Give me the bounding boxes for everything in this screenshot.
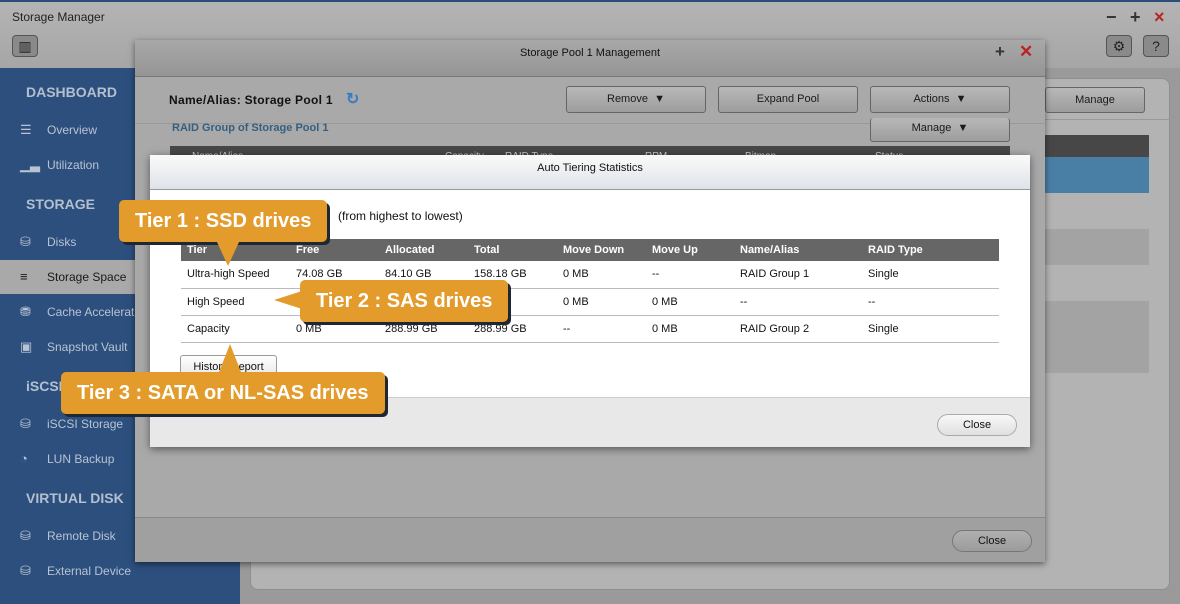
maximize-icon[interactable]: + <box>995 42 1005 62</box>
caret-down-icon: ▼ <box>651 93 665 105</box>
close-icon[interactable]: ✕ <box>1019 42 1033 62</box>
table-cell: 0 MB <box>557 261 646 289</box>
column-header: RAID Type <box>862 239 999 261</box>
external-device-icon: ⛁ <box>20 563 31 578</box>
iscsi-icon: ⛁ <box>20 416 31 431</box>
disk-icon: ⛁ <box>20 234 31 249</box>
callout-tier2: Tier 2 : SAS drives <box>300 280 509 322</box>
help-button[interactable]: ? <box>1143 35 1169 57</box>
manage-dropdown[interactable]: Manage ▼ <box>870 118 1010 142</box>
column-header: Total <box>468 239 557 261</box>
callout-tier1-pointer <box>217 242 239 266</box>
tiering-subtitle: (from highest to lowest) <box>338 209 463 223</box>
column-header: Name/Alias <box>734 239 862 261</box>
table-cell: Single <box>862 261 999 289</box>
table-cell: -- <box>862 288 999 316</box>
column-header: Allocated <box>379 239 468 261</box>
table-row-selected[interactable] <box>1041 157 1149 193</box>
backup-icon: ◔ <box>20 451 28 466</box>
column-header: Free <box>290 239 379 261</box>
table-cell: -- <box>646 261 734 289</box>
close-button[interactable]: × <box>1154 7 1165 28</box>
table-header <box>1041 135 1149 157</box>
help-icon: ? <box>1152 38 1160 54</box>
settings-button[interactable]: ⚙ <box>1106 35 1132 57</box>
actions-button[interactable]: Actions ▼ <box>870 86 1010 113</box>
section-iscsi: iSCSI <box>26 378 63 394</box>
storage-icon: ≡ <box>20 269 28 284</box>
snapshot-icon: ▣ <box>20 339 33 354</box>
minimize-button[interactable]: − <box>1106 7 1117 28</box>
table-cell: 0 MB <box>557 288 646 316</box>
table-row[interactable] <box>1041 301 1149 337</box>
dialog-title: Auto Tiering Statistics <box>537 162 643 174</box>
column-header: Move Down <box>557 239 646 261</box>
dialog-footer: Close <box>135 517 1045 562</box>
callout-tier3-pointer <box>219 344 241 372</box>
caret-down-icon: ▼ <box>954 122 969 134</box>
callout-tier3: Tier 3 : SATA or NL-SAS drives <box>61 372 385 414</box>
table-cell: Single <box>862 315 999 343</box>
table-cell: RAID Group 2 <box>734 315 862 343</box>
dialog-header: Auto Tiering Statistics <box>150 155 1030 190</box>
remove-button[interactable]: Remove ▼ <box>566 86 706 113</box>
callout-tier2-pointer <box>274 291 302 309</box>
dialog-header: Storage Pool 1 Management <box>135 40 1045 77</box>
column-header: Move Up <box>646 239 734 261</box>
manage-button[interactable]: Manage <box>1045 87 1145 113</box>
table-row[interactable] <box>1041 337 1149 373</box>
section-dashboard: DASHBOARD <box>26 84 117 100</box>
table-cell: 0 MB <box>646 315 734 343</box>
dialog-title: Storage Pool 1 Management <box>519 47 661 59</box>
callout-tier1: Tier 1 : SSD drives <box>119 200 328 242</box>
table-cell: RAID Group 1 <box>734 261 862 289</box>
app-title: Storage Manager <box>12 10 105 24</box>
sidebar-toggle-button[interactable]: ▥ <box>12 35 38 57</box>
pool-close-button[interactable]: Close <box>952 530 1032 552</box>
refresh-icon[interactable]: ↻ <box>346 89 359 109</box>
table-cell: 0 MB <box>646 288 734 316</box>
tiering-close-button[interactable]: Close <box>937 414 1017 436</box>
section-storage: STORAGE <box>26 196 95 212</box>
cache-icon: ⛃ <box>20 304 31 319</box>
expand-pool-button[interactable]: Expand Pool <box>718 86 858 113</box>
pool-name-alias: Name/Alias: Storage Pool 1 <box>169 93 333 107</box>
caret-down-icon: ▼ <box>952 93 967 105</box>
chart-icon: ▁▃ <box>20 157 40 172</box>
maximize-button[interactable]: + <box>1130 7 1141 28</box>
remote-disk-icon: ⛁ <box>20 528 31 543</box>
section-virtual-disk: VIRTUAL DISK <box>26 490 124 506</box>
panel-icon: ▥ <box>18 38 32 54</box>
raid-group-title: RAID Group of Storage Pool 1 <box>172 122 329 134</box>
table-row[interactable] <box>1041 229 1149 265</box>
list-icon: ☰ <box>20 122 32 137</box>
table-cell: -- <box>557 315 646 343</box>
table-cell: -- <box>734 288 862 316</box>
table-cell: Capacity <box>181 315 290 343</box>
gear-icon: ⚙ <box>1112 38 1126 54</box>
